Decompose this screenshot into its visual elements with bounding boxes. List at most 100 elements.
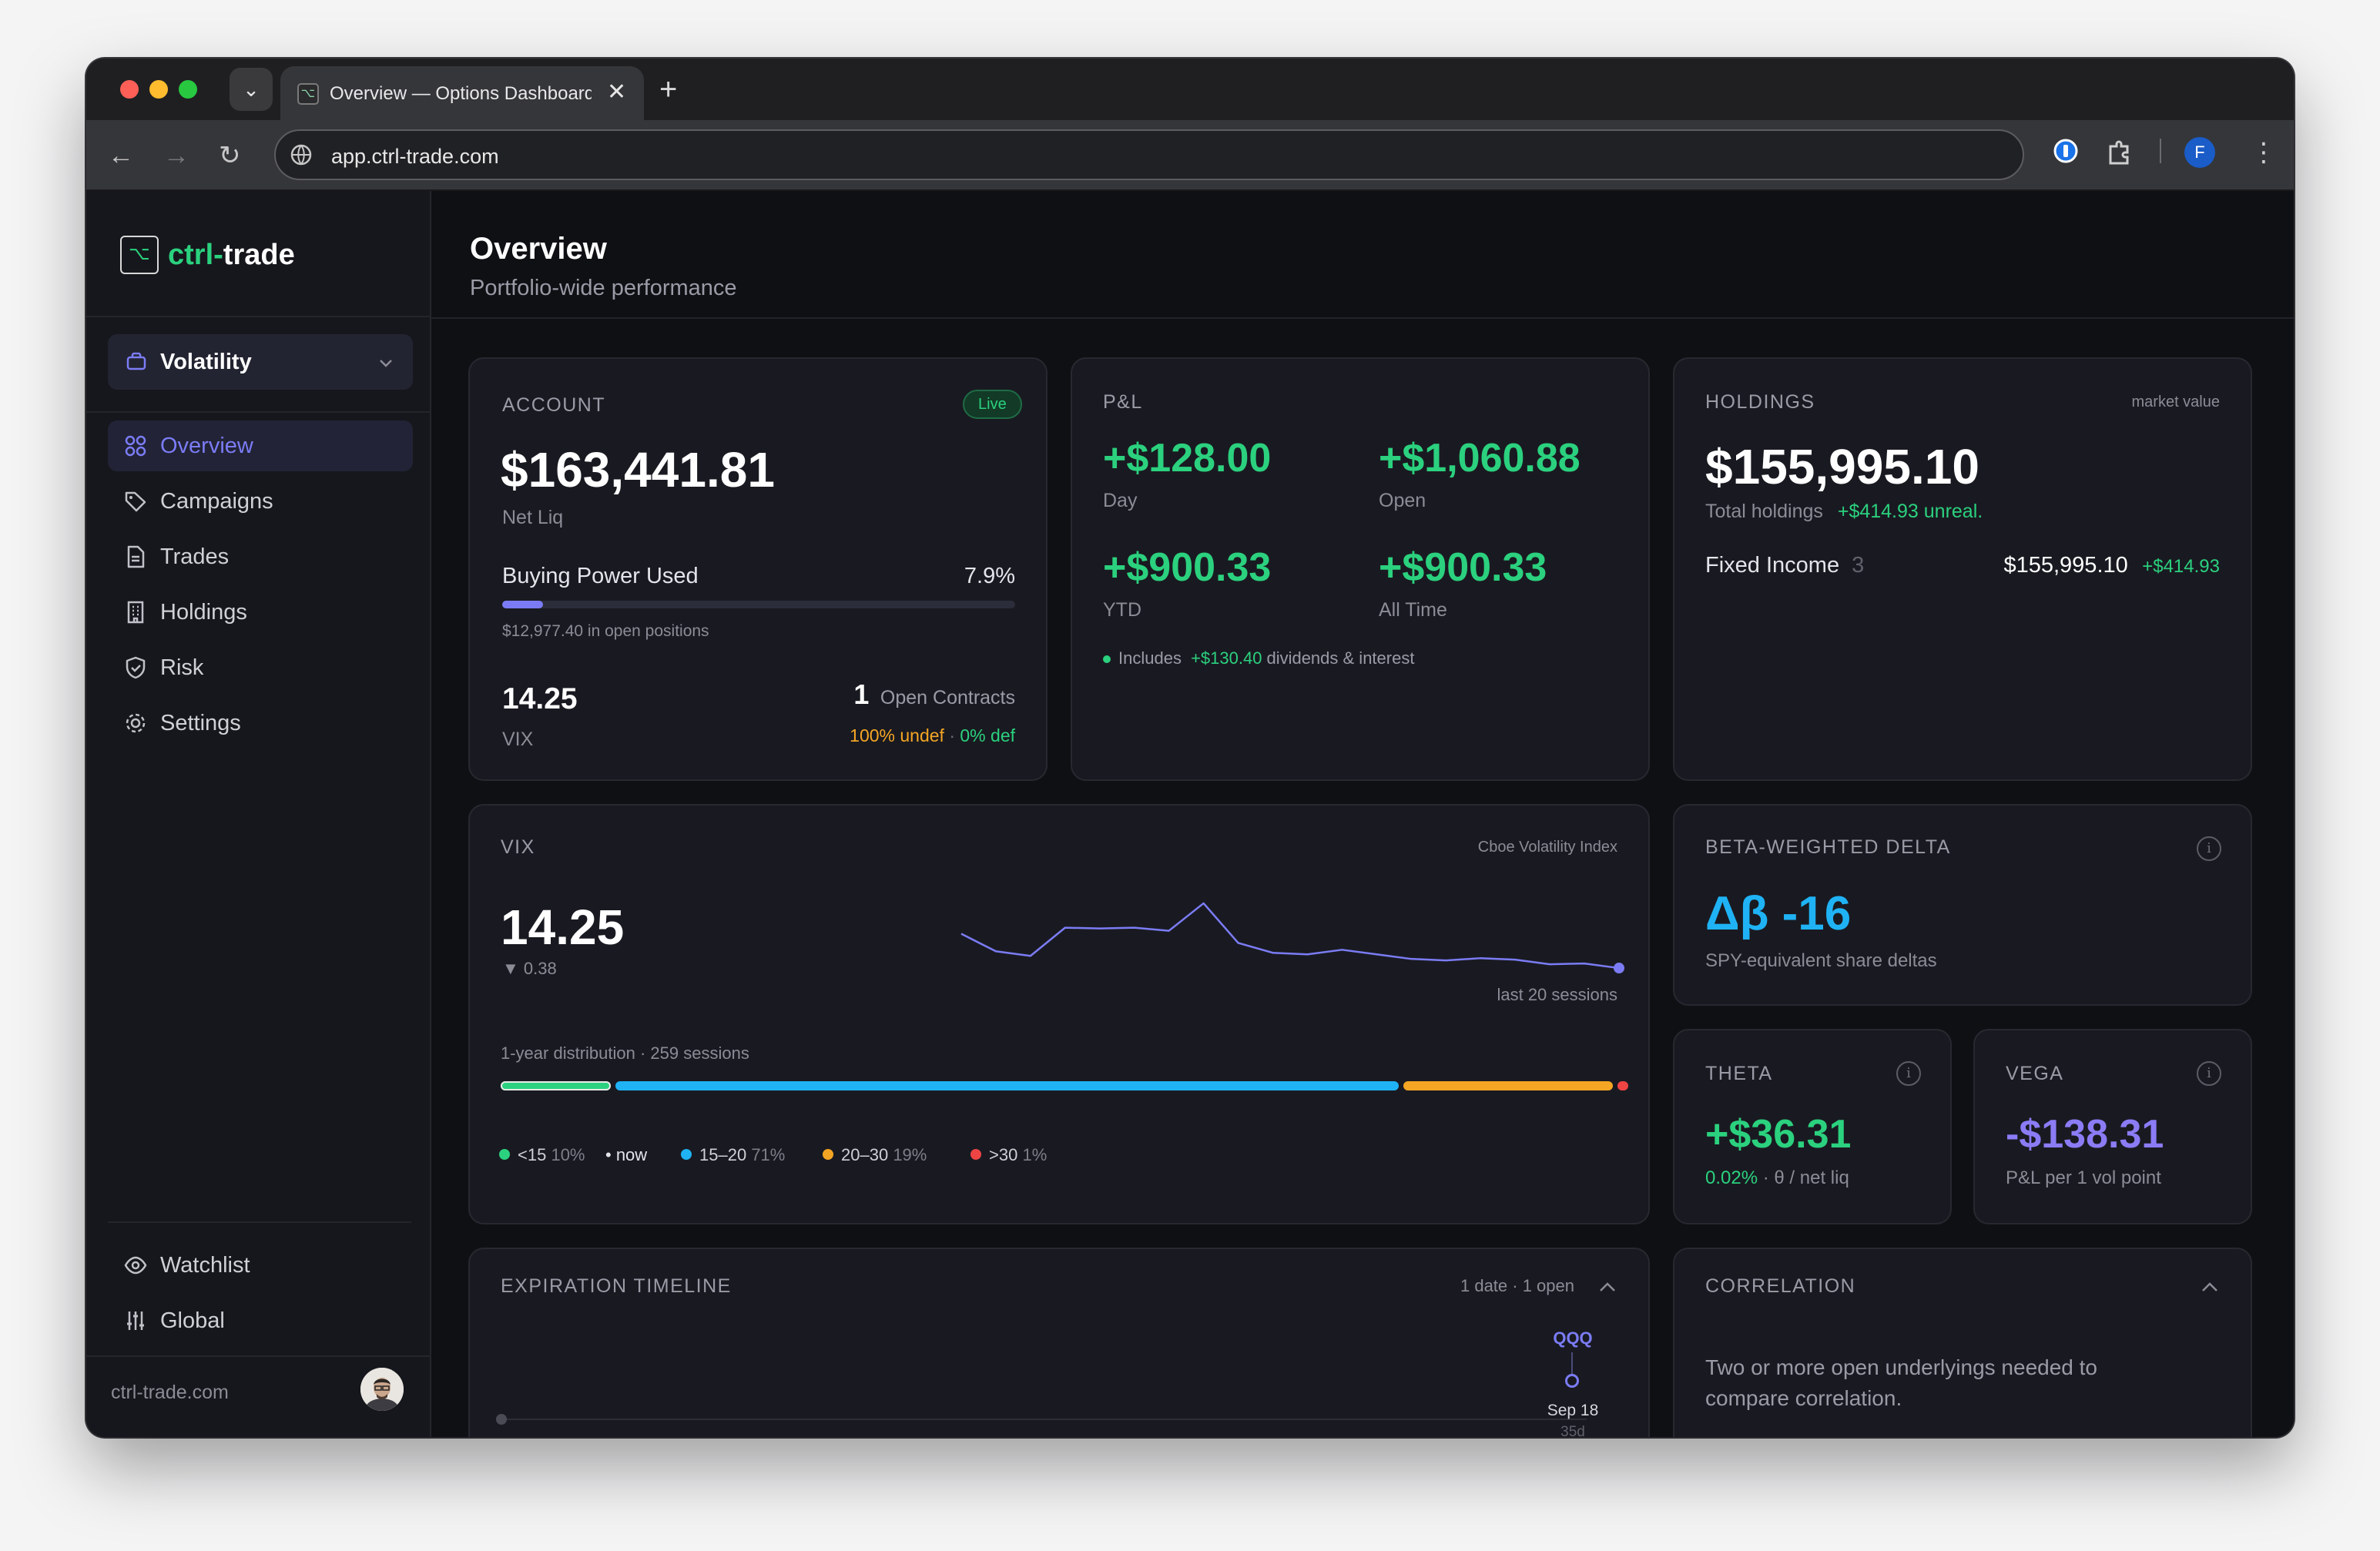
new-tab-button[interactable]: +: [659, 69, 677, 109]
tab-overview[interactable]: ⌥ Overview — Options Dashboard ✕: [280, 66, 644, 120]
card-caption: BETA-WEIGHTED DELTA: [1705, 836, 1951, 858]
vix-series-line: [960, 902, 1620, 970]
net-liq-value: $163,441.81: [501, 442, 775, 497]
vix-current-value: 14.25: [501, 899, 625, 955]
info-icon[interactable]: i: [2197, 1061, 2221, 1086]
expiration-timeline-card: EXPIRATION TIMELINE 1 date · 1 open QQQ …: [468, 1248, 1650, 1437]
sidebar-item-label: Trades: [160, 544, 230, 569]
separator: ·: [949, 725, 955, 745]
legend-pct: 10%: [551, 1145, 585, 1164]
theta-value: +$36.31: [1705, 1112, 1852, 1157]
chevron-down-icon: ⌄: [243, 78, 260, 101]
expiration-date: Sep 18: [1547, 1402, 1599, 1419]
vix-label: VIX: [502, 729, 534, 750]
address-toolbar: ← → ↻ app.ctrl-trade.com F ⋮: [86, 120, 2294, 191]
divider: [86, 1355, 431, 1357]
holdings-subline: Total holdings +$414.93 unreal.: [1705, 499, 1983, 524]
beta-delta-value: Δβ -16: [1705, 887, 1852, 940]
holding-value: $155,995.10: [2003, 553, 2128, 578]
page-subtitle: Portfolio-wide performance: [470, 276, 737, 300]
card-caption: THETA: [1705, 1063, 1773, 1084]
sidebar-item-global[interactable]: Global: [108, 1295, 413, 1346]
forward-arrow-icon[interactable]: →: [163, 137, 189, 174]
legend-15-20: 15–20 71%: [681, 1144, 785, 1166]
legend-pct: 71%: [751, 1145, 786, 1164]
expiration-days: 35d: [1560, 1424, 1585, 1437]
holdings-total: $155,995.10: [1705, 439, 1979, 494]
pnl-alltime-label: All Time: [1379, 599, 1447, 621]
pnl-day-label: Day: [1103, 490, 1138, 511]
buying-power-bar: [502, 601, 1015, 608]
brand-name[interactable]: ctrl-trade: [168, 236, 295, 274]
building-icon: [127, 601, 144, 624]
card-caption: CORRELATION: [1705, 1275, 1856, 1297]
chevron-up-icon[interactable]: [1597, 1278, 1617, 1295]
close-window-button[interactable]: [120, 80, 139, 99]
pnl-open-value: +$1,060.88: [1379, 436, 1581, 481]
back-arrow-icon[interactable]: ←: [108, 137, 134, 174]
distribution-segment: [501, 1081, 612, 1090]
buying-power-value: 7.9%: [964, 564, 1015, 588]
theta-card: THETA i +$36.31 0.02% · θ / net liq: [1673, 1029, 1952, 1224]
legend-dot-icon: [823, 1149, 833, 1160]
address-bar[interactable]: app.ctrl-trade.com: [274, 129, 2024, 180]
reload-icon[interactable]: ↻: [219, 137, 241, 174]
chevron-up-icon[interactable]: [2200, 1278, 2220, 1295]
theta-subline: 0.02% · θ / net liq: [1705, 1166, 1849, 1191]
pnl-day-value: +$128.00: [1103, 436, 1272, 481]
pnl-alltime-value: +$900.33: [1379, 545, 1547, 590]
tab-bar: ⌄ ⌥ Overview — Options Dashboard ✕ +: [86, 59, 2294, 120]
profile-avatar[interactable]: F: [2184, 137, 2215, 168]
note-prefix: Includes: [1118, 648, 1182, 668]
distribution-bar: [501, 1081, 1629, 1090]
legend-pct: 19%: [893, 1145, 927, 1164]
net-liq-label: Net Liq: [502, 507, 564, 528]
holding-change: +$414.93: [2142, 556, 2220, 577]
undefined-risk-pct: 100% undef: [850, 725, 944, 745]
footer-domain[interactable]: ctrl-trade.com: [111, 1380, 229, 1405]
expiration-symbol: QQQ: [1553, 1328, 1593, 1348]
card-caption: VIX: [501, 836, 535, 858]
minimize-window-button[interactable]: [149, 80, 168, 99]
open-contracts-label: Open Contracts: [880, 687, 1015, 709]
info-icon[interactable]: i: [1896, 1061, 1921, 1086]
legend-lt15: <15 10%: [499, 1144, 585, 1166]
vega-value: -$138.31: [2006, 1112, 2164, 1157]
more-menu-icon[interactable]: ⋮: [2251, 136, 2277, 169]
vix-window-label: last 20 sessions: [1497, 985, 1617, 1004]
marker-stem: [1571, 1352, 1573, 1374]
holdings-row-values: $155,995.10 +$414.93: [2003, 551, 2220, 583]
distribution-label: 1-year distribution · 259 sessions: [501, 1043, 749, 1063]
site-info-icon[interactable]: [290, 143, 313, 166]
vega-label: P&L per 1 vol point: [2006, 1167, 2161, 1188]
password-manager-icon[interactable]: [2052, 137, 2080, 165]
user-avatar[interactable]: [360, 1368, 404, 1411]
sidebar-item-watchlist[interactable]: Watchlist: [108, 1240, 413, 1291]
legend-label: 15–20: [699, 1145, 747, 1164]
open-contracts: 1 Open Contracts: [853, 678, 1015, 712]
legend-dot-icon: [499, 1149, 510, 1160]
maximize-window-button[interactable]: [179, 80, 197, 99]
favicon-icon: ⌥: [297, 83, 319, 105]
holdings-row-fixed-income[interactable]: Fixed Income 3: [1705, 551, 1864, 579]
pnl-open-label: Open: [1379, 490, 1426, 511]
sidebar-item-campaigns[interactable]: Campaigns: [108, 476, 413, 527]
tab-search-button[interactable]: ⌄: [230, 68, 273, 111]
beta-delta-card: BETA-WEIGHTED DELTA i Δβ -16 SPY-equival…: [1673, 804, 2252, 1006]
distribution-segment: [1403, 1081, 1613, 1090]
user-portrait-icon: [360, 1368, 404, 1411]
sidebar-item-overview[interactable]: Overview: [108, 420, 413, 471]
expiration-summary: 1 date · 1 open: [1460, 1276, 1574, 1295]
eye-icon: [124, 1256, 147, 1275]
grid-icon: [125, 435, 146, 457]
info-icon[interactable]: i: [2197, 836, 2221, 861]
campaign-selector[interactable]: Volatility: [108, 334, 413, 390]
sidebar-item-settings[interactable]: Settings: [108, 698, 413, 749]
expiration-marker[interactable]: [1565, 1374, 1579, 1388]
timeline-axis: [501, 1419, 1587, 1420]
sidebar-item-risk[interactable]: Risk: [108, 642, 413, 693]
sidebar-item-trades[interactable]: Trades: [108, 531, 413, 582]
extensions-icon[interactable]: [2104, 137, 2134, 166]
sidebar-item-holdings[interactable]: Holdings: [108, 587, 413, 638]
tab-close-icon[interactable]: ✕: [607, 79, 626, 106]
